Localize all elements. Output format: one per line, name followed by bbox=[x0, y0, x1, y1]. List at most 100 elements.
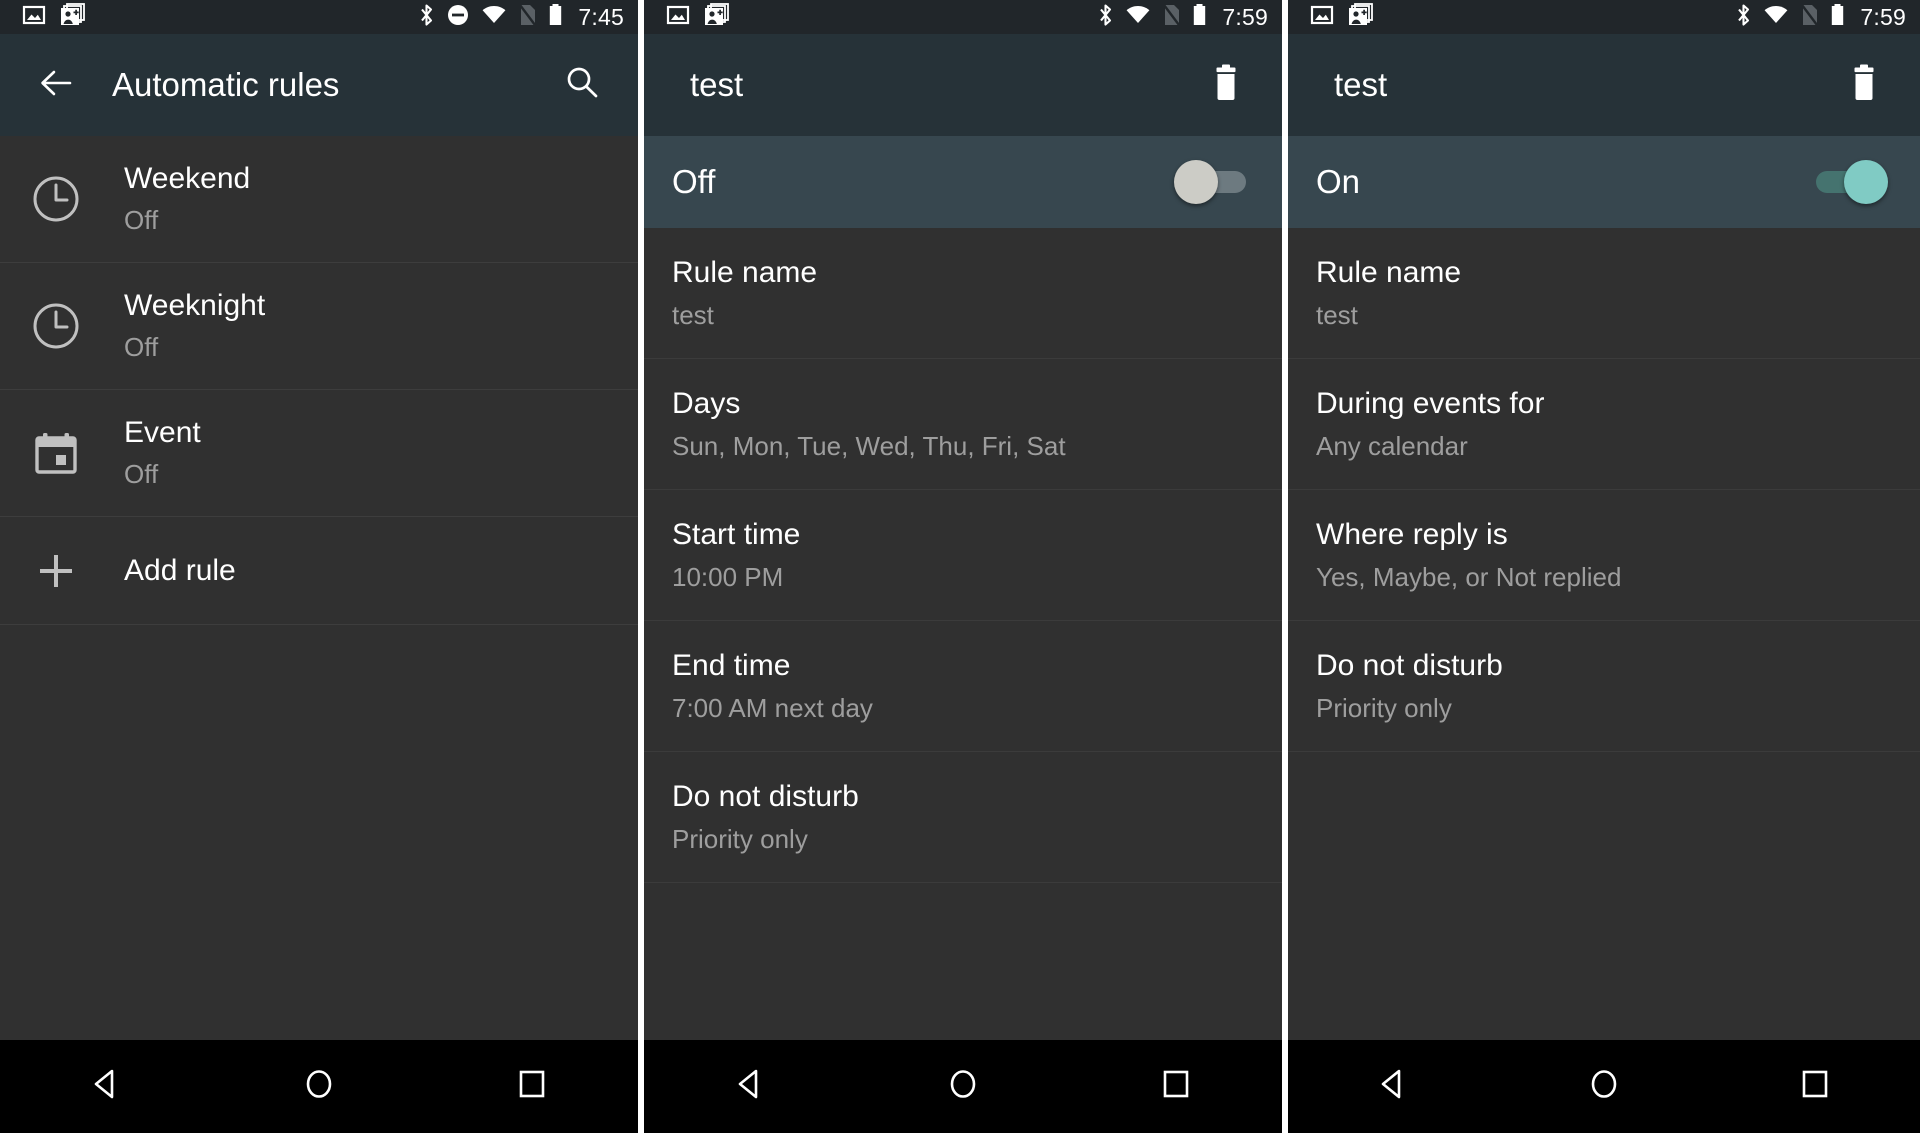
list-item-subtitle: test bbox=[672, 299, 714, 330]
nav-home-button[interactable] bbox=[1554, 1052, 1654, 1122]
page-title: test bbox=[1334, 66, 1388, 103]
calendar-icon bbox=[28, 425, 84, 481]
list-item[interactable]: Weekend Off bbox=[0, 136, 638, 263]
no-sim-icon bbox=[1800, 3, 1819, 32]
list-item[interactable]: Weeknight Off bbox=[0, 263, 638, 390]
list-item-subtitle: Off bbox=[124, 332, 159, 363]
plus-icon bbox=[28, 543, 84, 599]
list-item-subtitle: Priority only bbox=[672, 823, 808, 854]
nav-home-button[interactable] bbox=[269, 1052, 369, 1122]
photo-icon bbox=[22, 3, 46, 32]
navigation-bar bbox=[644, 1040, 1282, 1133]
home-circle-icon bbox=[1587, 1067, 1621, 1106]
recents-square-icon bbox=[1798, 1067, 1832, 1106]
nav-back-button[interactable] bbox=[700, 1052, 800, 1122]
nav-back-button[interactable] bbox=[56, 1052, 156, 1122]
wifi-icon bbox=[1763, 3, 1789, 32]
nav-recents-button[interactable] bbox=[482, 1052, 582, 1122]
list-item-subtitle: Yes, Maybe, or Not replied bbox=[1316, 561, 1622, 592]
list-item-subtitle: 10:00 PM bbox=[672, 561, 784, 592]
home-circle-icon bbox=[946, 1067, 980, 1106]
rule-enable-switch[interactable] bbox=[1812, 160, 1888, 204]
status-bar-clock: 7:59 bbox=[1860, 3, 1906, 30]
add-rule-text: Add rule bbox=[124, 552, 236, 590]
rules-list: Weekend Off Weeknight Off Event Off Add … bbox=[0, 136, 638, 1040]
rule-enable-row[interactable]: Off bbox=[644, 136, 1282, 228]
list-item[interactable]: Rule name test bbox=[644, 228, 1282, 359]
list-item-subtitle: test bbox=[1316, 299, 1358, 330]
rule-enable-switch[interactable] bbox=[1174, 160, 1250, 204]
back-triangle-icon bbox=[733, 1067, 767, 1106]
status-bar: 7:59 bbox=[644, 0, 1282, 34]
list-item-title: Rule name bbox=[672, 255, 818, 289]
status-bar-notification-icons bbox=[1310, 2, 1374, 32]
add-rule-label: Add rule bbox=[124, 553, 236, 587]
back-triangle-icon bbox=[89, 1067, 123, 1106]
list-item[interactable]: Days Sun, Mon, Tue, Wed, Thu, Fri, Sat bbox=[644, 359, 1282, 490]
list-item[interactable]: During events for Any calendar bbox=[1288, 359, 1920, 490]
delete-rule-button[interactable] bbox=[1832, 53, 1896, 117]
nav-home-button[interactable] bbox=[913, 1052, 1013, 1122]
nav-back-button[interactable] bbox=[1343, 1052, 1443, 1122]
google-photos-add-icon bbox=[60, 2, 86, 32]
list-item-title: End time bbox=[672, 648, 791, 682]
rule-detail-list: Rule name test During events for Any cal… bbox=[1288, 228, 1920, 1040]
nav-recents-button[interactable] bbox=[1126, 1052, 1226, 1122]
clock-icon bbox=[28, 171, 84, 227]
search-icon bbox=[563, 64, 601, 107]
list-item[interactable]: End time 7:00 AM next day bbox=[644, 621, 1282, 752]
switch-thumb bbox=[1174, 160, 1218, 204]
recents-square-icon bbox=[1159, 1067, 1193, 1106]
screenshot-root: 7:45 Automatic rules Weekend Off Weeknig… bbox=[0, 0, 1920, 1133]
list-item-subtitle: Sun, Mon, Tue, Wed, Thu, Fri, Sat bbox=[672, 430, 1066, 461]
action-bar: test bbox=[644, 34, 1282, 136]
do-not-disturb-icon bbox=[446, 3, 470, 32]
rule-enable-row[interactable]: On bbox=[1288, 136, 1920, 228]
action-bar: test bbox=[1288, 34, 1920, 136]
home-circle-icon bbox=[302, 1067, 336, 1106]
switch-thumb bbox=[1844, 160, 1888, 204]
google-photos-add-icon bbox=[704, 2, 730, 32]
list-item-title: During events for bbox=[1316, 386, 1545, 420]
back-button[interactable] bbox=[24, 53, 88, 117]
status-bar-clock: 7:45 bbox=[578, 3, 624, 30]
battery-icon bbox=[548, 3, 563, 32]
list-item[interactable]: Where reply is Yes, Maybe, or Not replie… bbox=[1288, 490, 1920, 621]
back-triangle-icon bbox=[1376, 1067, 1410, 1106]
status-bar: 7:45 bbox=[0, 0, 638, 34]
list-item-text: Weekend Off bbox=[124, 160, 250, 238]
trash-icon bbox=[1846, 64, 1882, 107]
page-title: test bbox=[690, 66, 744, 103]
list-item-subtitle: Priority only bbox=[1316, 692, 1452, 723]
list-item-subtitle: 7:00 AM next day bbox=[672, 692, 873, 723]
add-rule-button[interactable]: Add rule bbox=[0, 517, 638, 625]
list-item[interactable]: Event Off bbox=[0, 390, 638, 517]
photo-icon bbox=[1310, 3, 1334, 32]
list-item-title: Days bbox=[672, 386, 741, 420]
navigation-bar bbox=[1288, 1040, 1920, 1133]
rule-enable-label: On bbox=[1316, 163, 1361, 200]
google-photos-add-icon bbox=[1348, 2, 1374, 32]
bluetooth-icon bbox=[418, 3, 435, 32]
list-item-subtitle: Off bbox=[124, 459, 159, 490]
no-sim-icon bbox=[1162, 3, 1181, 32]
nav-recents-button[interactable] bbox=[1765, 1052, 1865, 1122]
navigation-bar bbox=[0, 1040, 638, 1133]
list-item-title: Start time bbox=[672, 517, 801, 551]
list-item-title: Weeknight bbox=[124, 288, 266, 322]
list-item[interactable]: Do not disturb Priority only bbox=[1288, 621, 1920, 752]
no-sim-icon bbox=[518, 3, 537, 32]
search-button[interactable] bbox=[550, 53, 614, 117]
list-item[interactable]: Rule name test bbox=[1288, 228, 1920, 359]
status-bar: 7:59 bbox=[1288, 0, 1920, 34]
bluetooth-icon bbox=[1097, 3, 1114, 32]
list-item-subtitle: Off bbox=[124, 205, 159, 236]
trash-icon bbox=[1208, 64, 1244, 107]
rule-detail-list: Rule name test Days Sun, Mon, Tue, Wed, … bbox=[644, 228, 1282, 1040]
page-title: Automatic rules bbox=[112, 66, 340, 103]
list-item[interactable]: Do not disturb Priority only bbox=[644, 752, 1282, 883]
list-item[interactable]: Start time 10:00 PM bbox=[644, 490, 1282, 621]
wifi-icon bbox=[481, 3, 507, 32]
delete-rule-button[interactable] bbox=[1194, 53, 1258, 117]
list-item-text: Weeknight Off bbox=[124, 287, 265, 365]
